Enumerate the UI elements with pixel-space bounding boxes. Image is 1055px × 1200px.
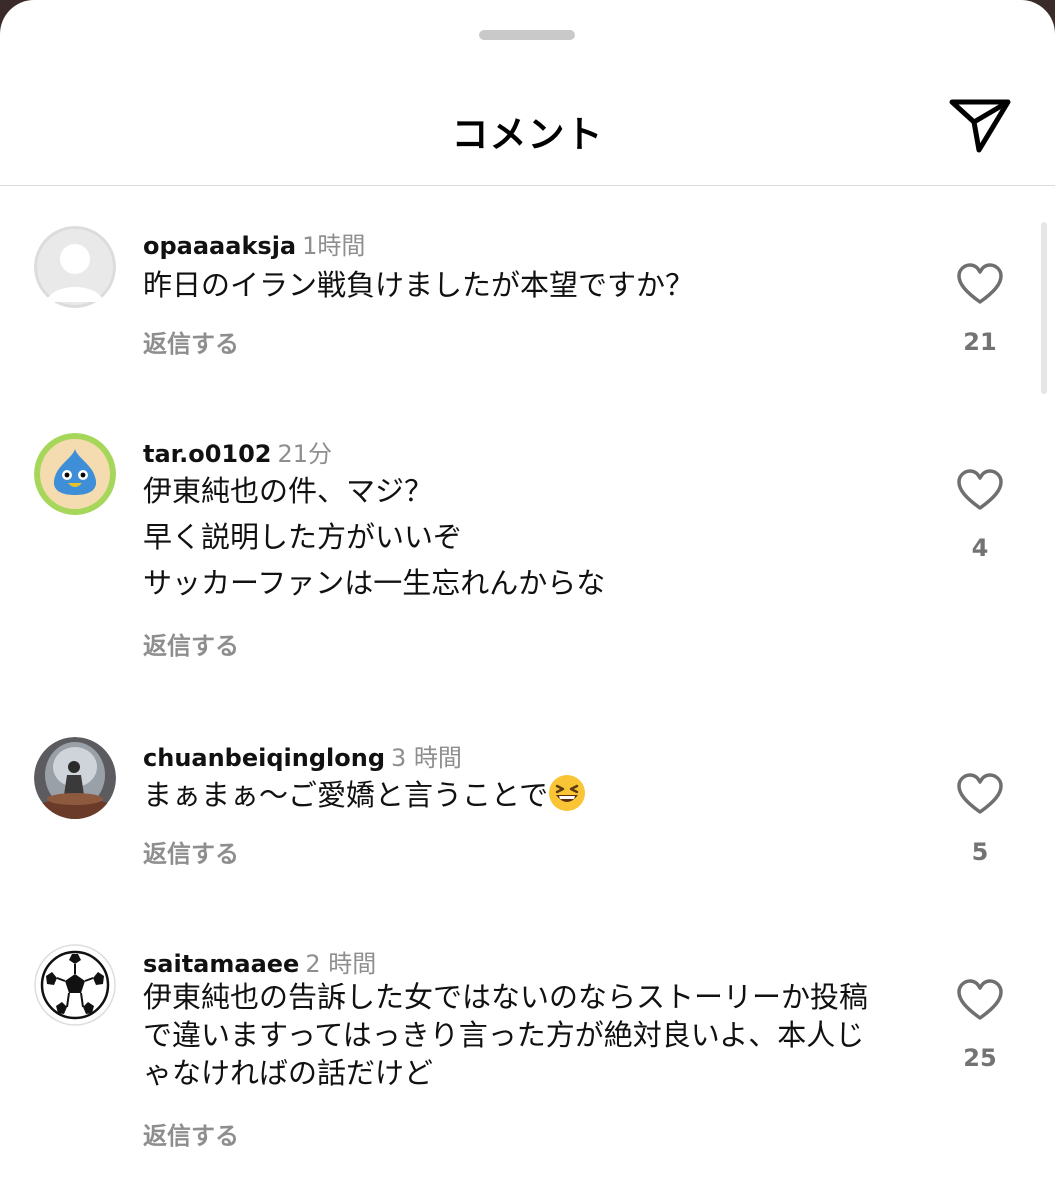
header: コメント <box>0 0 1055 186</box>
like-count: 25 <box>963 1044 997 1072</box>
page-title: コメント <box>451 113 604 156</box>
heart-icon[interactable] <box>956 262 1004 306</box>
comment-text: 伊東純也の告訴した女ではないのならストーリーか投稿 で違いますってはっきり言った… <box>143 980 869 1090</box>
timestamp: 3 時間 <box>391 744 462 772</box>
heart-icon[interactable] <box>956 468 1004 512</box>
comment-text: 伊東純也の件、マジ？ 早く説明した方がいいぞ サッカーファンは一生忘れんからな <box>143 474 606 600</box>
like-count: 4 <box>971 534 989 562</box>
username[interactable]: saitamaaee <box>143 950 299 978</box>
reply-button[interactable]: 返信する <box>143 1116 239 1151</box>
like-count: 5 <box>971 838 989 866</box>
username[interactable]: tar.o0102 <box>143 440 271 468</box>
avatar-soccer-ball[interactable] <box>34 944 116 1026</box>
comments-sheet: コメント opaaaaksja 1時間 昨日のイラン戦負けましたが本望ですか？ 返… <box>0 0 1055 1200</box>
reply-button[interactable]: 返信する <box>143 626 239 661</box>
comment-text: まぁまぁ〜ご愛嬌と言うことで <box>143 772 913 818</box>
timestamp: 21分 <box>277 440 333 468</box>
send-icon[interactable] <box>948 96 1012 156</box>
timestamp: 1時間 <box>302 232 366 260</box>
avatar-slime[interactable] <box>34 433 116 515</box>
username[interactable]: chuanbeiqinglong <box>143 744 385 772</box>
reply-button[interactable]: 返信する <box>143 324 239 359</box>
comment-text: 昨日のイラン戦負けましたが本望ですか？ <box>143 268 695 302</box>
username[interactable]: opaaaaksja <box>143 232 296 260</box>
avatar-default[interactable] <box>34 226 116 308</box>
like-count: 21 <box>963 328 997 356</box>
timestamp: 2 時間 <box>305 950 377 978</box>
heart-icon[interactable] <box>956 978 1004 1022</box>
scrollbar[interactable] <box>1041 222 1047 394</box>
grinning-squinting-face-icon <box>548 774 586 812</box>
heart-icon[interactable] <box>956 772 1004 816</box>
reply-button[interactable]: 返信する <box>143 834 239 869</box>
avatar-figure[interactable] <box>34 737 116 819</box>
